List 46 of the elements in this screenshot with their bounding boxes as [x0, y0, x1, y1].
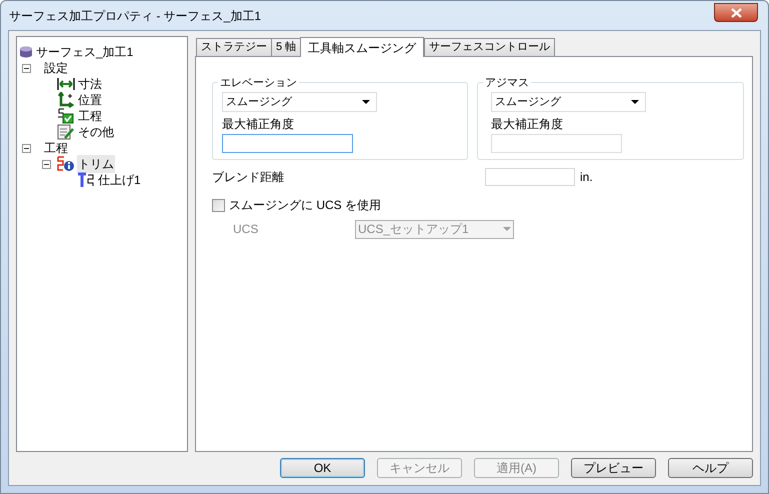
tree-item[interactable]: サーフェス_加工1: [35, 43, 134, 61]
max-angle-field[interactable]: [222, 134, 353, 153]
tab[interactable]: サーフェスコントロール: [424, 38, 556, 56]
ucs-label: UCS: [232, 221, 260, 238]
close-icon: [730, 8, 742, 18]
unit-label: in.: [580, 168, 593, 186]
max-angle-label: 最大補正角度: [222, 116, 294, 133]
collapse-toggle[interactable]: [42, 160, 51, 168]
window-title: サーフェス加工プロパティ - サーフェス_加工1: [9, 8, 262, 24]
blend-distance-field[interactable]: [485, 168, 575, 186]
info-step-icon: [57, 156, 75, 172]
tree-item[interactable]: 寸法: [77, 75, 103, 93]
tool-icon: [77, 172, 95, 188]
tree-item[interactable]: 工程: [77, 107, 103, 125]
dialog-button[interactable]: ヘルプ: [668, 458, 753, 478]
smoothing-dropdown[interactable]: スムージング: [222, 92, 377, 112]
tab[interactable]: ストラテジー: [196, 38, 272, 56]
dialog-button[interactable]: OK: [280, 458, 365, 478]
database-icon: [19, 46, 33, 58]
minus-icon: [44, 162, 49, 166]
tree-item[interactable]: 位置: [77, 91, 103, 109]
dropdown-arrow-icon: [362, 100, 370, 104]
minus-icon: [24, 146, 29, 150]
tab[interactable]: 5 軸: [271, 38, 302, 56]
smoothing-dropdown[interactable]: スムージング: [491, 92, 646, 112]
checklist-icon: [57, 108, 75, 124]
axes-icon: [57, 92, 75, 108]
minus-icon: [24, 66, 29, 70]
dropdown-arrow-icon: [631, 100, 639, 104]
dialog-button[interactable]: プレビュー: [571, 458, 656, 478]
blend-distance-label: ブレンド距離: [212, 168, 285, 186]
tree-item[interactable]: その他: [77, 123, 115, 141]
collapse-toggle[interactable]: [22, 144, 31, 152]
checkbox-label: スムージングに UCS を使用: [229, 197, 382, 214]
double-arrow-icon: [57, 77, 75, 91]
collapse-toggle[interactable]: [22, 64, 31, 72]
checkbox[interactable]: [212, 198, 225, 212]
dropdown-arrow-icon: [503, 227, 511, 231]
tab[interactable]: 工具軸スムージング: [300, 37, 424, 57]
max-angle-label: 最大補正角度: [491, 116, 563, 133]
tree-item[interactable]: トリム: [77, 155, 115, 173]
tree-item[interactable]: 仕上げ1: [97, 171, 142, 189]
tree-item[interactable]: 設定: [43, 59, 69, 77]
notepad-pencil-icon: [57, 124, 75, 140]
close-button[interactable]: [714, 3, 758, 22]
tree-item[interactable]: 工程: [43, 139, 69, 157]
